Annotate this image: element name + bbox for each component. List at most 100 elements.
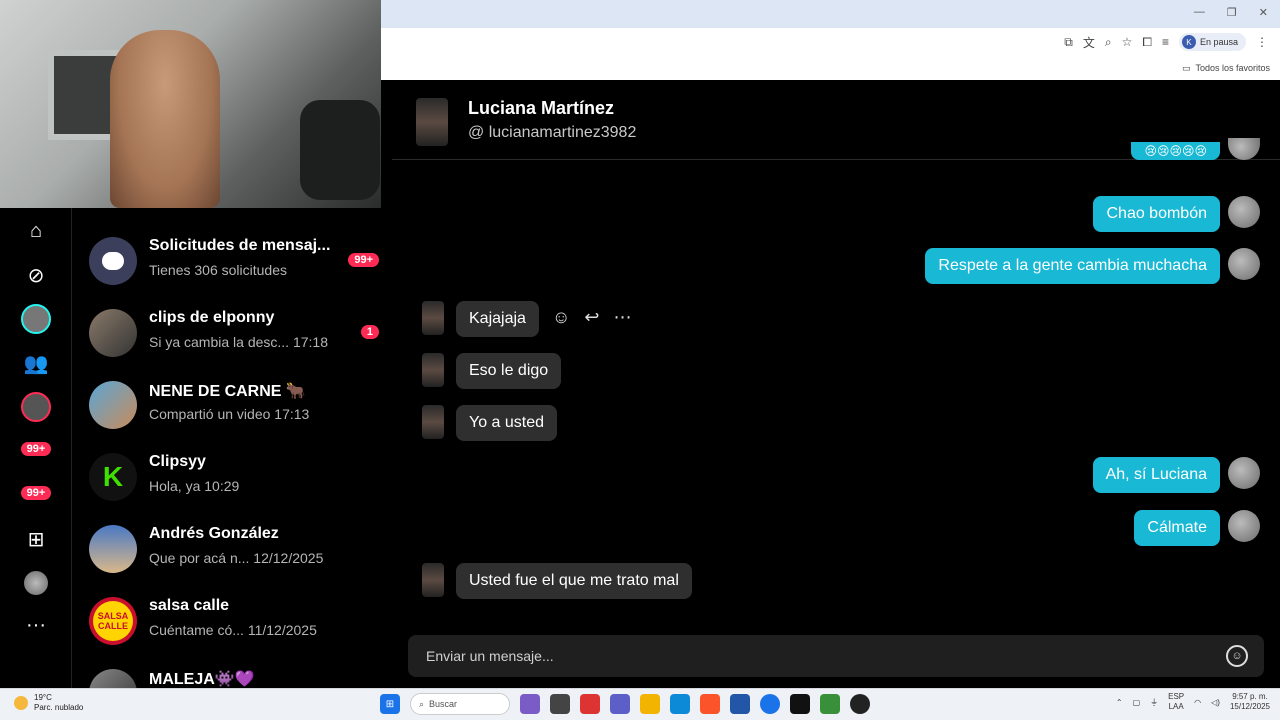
avatar — [89, 669, 137, 688]
conversation-name: NENE DE CARNE 🐂 — [149, 383, 306, 400]
message-bubble-outgoing[interactable]: Ah, sí Luciana — [1092, 457, 1220, 493]
home-icon[interactable]: ⌂ — [18, 216, 54, 246]
conversation-item-requests[interactable]: Solicitudes de mensaj... Tienes 306 soli… — [89, 231, 379, 291]
add-reaction-icon[interactable]: ☺ — [552, 307, 570, 328]
chevron-up-icon[interactable]: ⌃ — [1116, 698, 1123, 707]
messages-icon[interactable]: 99+ — [18, 478, 54, 508]
all-bookmarks-link[interactable]: Todos los favoritos — [1195, 63, 1270, 73]
contact-handle: @ lucianamartinez3982 — [468, 124, 637, 141]
message-bubble-incoming[interactable]: Eso le digo — [456, 353, 562, 389]
temperature: 19°C — [34, 693, 52, 702]
conversation-time: 17:18 — [292, 334, 328, 350]
browser-menu-icon[interactable]: ⋮ — [1256, 35, 1268, 49]
contact-message-avatar — [422, 563, 444, 597]
store-icon[interactable] — [730, 694, 750, 714]
obs-icon[interactable] — [850, 694, 870, 714]
tiktok-icon[interactable] — [790, 694, 810, 714]
wifi-icon[interactable]: ◠ — [1194, 698, 1201, 707]
conversation-item[interactable]: clips de elponny Si ya cambia la desc...… — [89, 303, 379, 363]
contact-avatar[interactable] — [416, 98, 448, 146]
volume-icon[interactable]: ◁) — [1211, 698, 1220, 707]
message-input[interactable] — [408, 635, 1208, 677]
app-icon-green[interactable] — [820, 694, 840, 714]
message-bubble-outgoing[interactable]: 😢😢😢😢😢 — [1131, 142, 1220, 160]
preview-text: Compartió un video — [149, 406, 271, 422]
conversation-item[interactable]: SALSA CALLE salsa calle Cuéntame có... 1… — [89, 591, 379, 651]
brave-icon[interactable] — [700, 694, 720, 714]
chrome-icon[interactable] — [760, 694, 780, 714]
conversation-name: clips de elponny — [149, 309, 275, 326]
nav-rail: ⌂ ⊘ 👥 99+ 99+ ⊞ ··· — [0, 208, 72, 688]
webcam-overlay — [0, 0, 381, 208]
extensions-icon[interactable]: ⧠ — [1142, 35, 1152, 50]
webcam-person — [110, 30, 220, 208]
browser-chrome: — ❐ ✕ ⧉ 文 ⌕ ☆ ⧠ ≡ K En pausa ⋮ ▭ Todos l… — [381, 0, 1280, 80]
search-placeholder: Buscar — [429, 699, 458, 709]
conversation-time: 11/12/2025 — [247, 622, 317, 638]
edge-icon[interactable] — [670, 694, 690, 714]
message-composer: ☺ — [408, 635, 1264, 677]
conversation-item[interactable]: Andrés González Que por acá n... 12/12/2… — [89, 519, 379, 579]
friends-icon[interactable]: 👥 — [18, 348, 54, 378]
restore-icon[interactable]: ❐ — [1227, 6, 1237, 19]
conversation-name: Andrés González — [149, 525, 279, 542]
file-explorer-icon[interactable] — [640, 694, 660, 714]
minimize-icon[interactable]: — — [1194, 6, 1205, 19]
nav-avatar-following[interactable] — [18, 304, 54, 334]
message-bubble-incoming[interactable]: Usted fue el que me trato mal — [456, 563, 692, 599]
taskbar-search[interactable]: ⌕ Buscar — [410, 693, 510, 715]
conversation-name: salsa calle — [149, 597, 230, 614]
clock-date: 15/12/2025 — [1229, 702, 1270, 711]
preview-text: Que por acá n... — [149, 550, 250, 566]
weather-widget[interactable]: 19°C Parc. nublado — [14, 693, 83, 713]
weather-icon — [14, 696, 28, 710]
conversation-preview: Si ya cambia la desc... 17:18 — [149, 334, 328, 350]
conversation-item[interactable]: NENE DE CARNE 🐂 Compartió un video 17:13 — [89, 375, 379, 435]
conversation-time: 12/12/2025 — [253, 550, 324, 566]
zoom-icon[interactable]: ⌕ — [1105, 35, 1112, 50]
conversation-item[interactable]: MALEJA👾💜 — [89, 663, 379, 688]
bookmark-star-icon[interactable]: ☆ — [1122, 35, 1133, 49]
reply-icon[interactable]: ↩ — [584, 307, 599, 328]
profile-status: En pausa — [1199, 37, 1238, 47]
tray-icon[interactable]: ▢ — [1133, 698, 1141, 707]
message-bubble-outgoing[interactable]: Cálmate — [1134, 510, 1220, 546]
start-icon[interactable]: ⊞ — [380, 694, 400, 714]
profile-icon[interactable] — [18, 568, 54, 598]
translate-icon[interactable]: 文 — [1083, 34, 1095, 51]
message-bubble-incoming[interactable]: Kajajaja — [456, 301, 539, 337]
clock[interactable]: 9:57 p. m. 15/12/2025 — [1230, 692, 1270, 712]
usb-icon[interactable]: ⏚ — [1150, 697, 1158, 708]
more-options-icon[interactable]: ⋯ — [613, 307, 631, 328]
message-bubble-outgoing[interactable]: Chao bombón — [1093, 196, 1220, 232]
preview-text: Hola, ya — [149, 478, 201, 494]
emoji-picker-icon[interactable]: ☺ — [1226, 645, 1248, 667]
conversation-time: 17:13 — [274, 406, 310, 422]
profile-chip[interactable]: K En pausa — [1178, 33, 1246, 51]
language-top: ESP — [1168, 692, 1185, 701]
browser-toolbar: ⧉ 文 ⌕ ☆ ⧠ ≡ K En pausa ⋮ — [381, 28, 1280, 56]
profile-avatar: K — [1181, 35, 1196, 49]
teams-icon[interactable] — [610, 694, 630, 714]
activity-icon[interactable]: 99+ — [18, 434, 54, 464]
conversation-item[interactable]: K Clipsyy Hola, ya 10:29 — [89, 447, 379, 507]
explore-icon[interactable]: ⊘ — [18, 260, 54, 290]
message-bubble-outgoing[interactable]: Respete a la gente cambia muchacha — [925, 248, 1220, 284]
cast-icon[interactable]: ⧉ — [1064, 35, 1073, 50]
message-bubble-incoming[interactable]: Yo a usted — [456, 405, 558, 441]
contact-name[interactable]: Luciana Martínez — [468, 98, 614, 119]
message-actions: ☺ ↩ ⋯ — [552, 307, 631, 328]
nav-avatar-live[interactable] — [18, 392, 54, 422]
more-icon[interactable]: ··· — [18, 610, 54, 640]
conversation-preview: Compartió un video 17:13 — [149, 406, 309, 422]
app-icon[interactable] — [580, 694, 600, 714]
weather-description: Parc. nublado — [34, 703, 84, 712]
conversation-preview: Que por acá n... 12/12/2025 — [149, 550, 323, 566]
reading-list-icon[interactable]: ≡ — [1162, 35, 1169, 49]
windows-taskbar: 19°C Parc. nublado ⊞ ⌕ Buscar ⌃ ▢ ⏚ ESP … — [0, 688, 1280, 720]
close-icon[interactable]: ✕ — [1259, 6, 1268, 19]
upload-icon[interactable]: ⊞ — [18, 524, 54, 554]
widgets-icon[interactable] — [520, 694, 540, 714]
task-view-icon[interactable] — [550, 694, 570, 714]
language-indicator[interactable]: ESP LAA — [1168, 692, 1184, 712]
